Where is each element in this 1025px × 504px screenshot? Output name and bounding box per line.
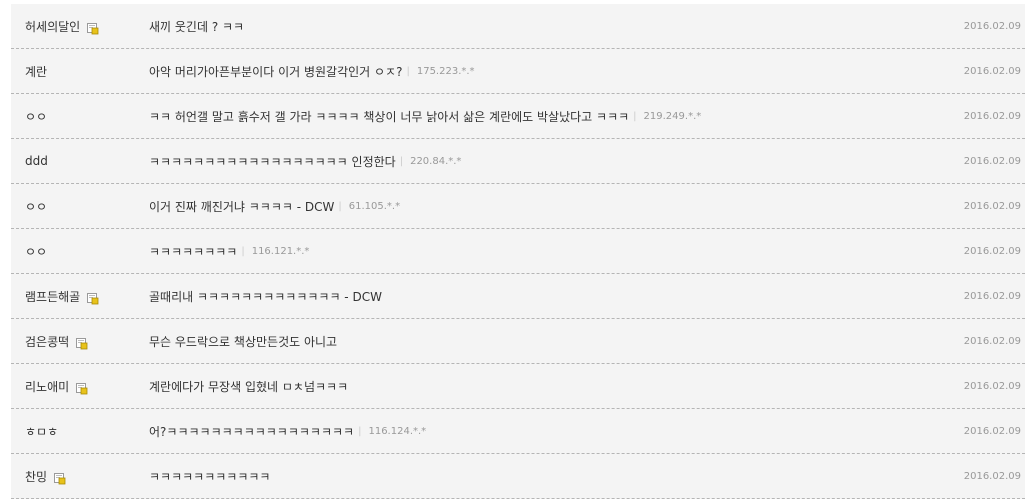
comment-body: ㅋㅋㅋㅋㅋㅋㅋㅋㅋㅋㅋ [149, 454, 270, 498]
comment-ip: 116.124.*.* [358, 426, 426, 437]
author-name[interactable]: 허세의달인 [25, 18, 80, 35]
author-name[interactable]: ddd [25, 154, 48, 168]
fixed-nick-badge-icon[interactable] [87, 292, 99, 304]
comment-body: 계란에다가 무장색 입혔네 ㅁㅊ넘ㅋㅋㅋ [149, 364, 348, 408]
comment-date: 2016.02.09 [963, 245, 1021, 257]
author-name[interactable]: ㅎㅁㅎ [25, 423, 58, 440]
comment-ip: 116.121.*.* [241, 246, 310, 257]
comment-body: ㅋㅋㅋㅋㅋㅋㅋㅋㅋㅋㅋㅋㅋㅋㅋㅋㅋㅋ 인정한다 220.84.*.* [149, 139, 461, 183]
comment-date: 2016.02.09 [963, 110, 1021, 122]
comment-text: ㅋㅋㅋㅋㅋㅋㅋㅋㅋㅋㅋ [149, 469, 271, 484]
comment-author[interactable]: 찬밍 [25, 454, 66, 498]
comment-text: 어?ㅋㅋㅋㅋㅋㅋㅋㅋㅋㅋㅋㅋㅋㅋㅋㅋㅋ [149, 424, 355, 439]
comment-body: 골때리내 ㅋㅋㅋㅋㅋㅋㅋㅋㅋㅋㅋㅋㅋ - DCW [149, 274, 382, 318]
comment-row: 램프든해골 골때리내 ㅋㅋㅋㅋㅋㅋㅋㅋㅋㅋㅋㅋㅋ - DCW 2016.02.09 [11, 274, 1025, 319]
comment-row: ddd ㅋㅋㅋㅋㅋㅋㅋㅋㅋㅋㅋㅋㅋㅋㅋㅋㅋㅋ 인정한다 220.84.*.* 2016… [11, 139, 1025, 184]
comment-body: ㅋㅋ 허언갤 말고 흙수저 갤 가라 ㅋㅋㅋㅋ 책상이 너무 낡아서 삶은 계란… [149, 94, 701, 138]
comment-body: 새끼 웃긴데 ? ㅋㅋ [149, 4, 244, 48]
comment-author[interactable]: 램프든해골 [25, 274, 99, 318]
comment-list: 허세의달인 새끼 웃긴데 ? ㅋㅋ 2016.02.09 계란 아악 머리가아픈부분이다… [11, 4, 1025, 499]
comment-date: 2016.02.09 [963, 290, 1021, 302]
comment-author[interactable]: ㅎㅁㅎ [25, 409, 58, 453]
comment-text: 무슨 우드락으로 책상만든것도 아니고 [149, 334, 338, 349]
fixed-nick-badge-icon[interactable] [76, 337, 88, 349]
fixed-nick-badge-icon[interactable] [87, 22, 99, 34]
comment-author[interactable]: 검은콩떡 [25, 319, 88, 363]
comment-row: ㅇㅇ ㅋㅋㅋㅋㅋㅋㅋㅋ116.121.*.* 2016.02.09 [11, 229, 1025, 274]
comment-text: ㅋㅋㅋㅋㅋㅋㅋㅋ [149, 244, 238, 259]
author-name[interactable]: ㅇㅇ [25, 198, 47, 215]
comment-row: ㅇㅇ 이거 진짜 깨진거냐 ㅋㅋㅋㅋ - DCW61.105.*.* 2016.02… [11, 184, 1025, 229]
comment-author[interactable]: ddd [25, 139, 48, 183]
comment-row: 허세의달인 새끼 웃긴데 ? ㅋㅋ 2016.02.09 [11, 4, 1025, 49]
comment-body: 무슨 우드락으로 책상만든것도 아니고 [149, 319, 337, 363]
comment-body: ㅋㅋㅋㅋㅋㅋㅋㅋ116.121.*.* [149, 229, 309, 273]
comment-text: 골때리내 ㅋㅋㅋㅋㅋㅋㅋㅋㅋㅋㅋㅋㅋ - DCW [149, 289, 382, 304]
author-name[interactable]: 리노애미 [25, 378, 69, 395]
comment-author[interactable]: 허세의달인 [25, 4, 99, 48]
comment-author[interactable]: ㅇㅇ [25, 94, 47, 138]
comment-date: 2016.02.09 [963, 380, 1021, 392]
comment-author[interactable]: ㅇㅇ [25, 184, 47, 228]
comment-body: 이거 진짜 깨진거냐 ㅋㅋㅋㅋ - DCW61.105.*.* [149, 184, 400, 228]
author-name[interactable]: 램프든해골 [25, 288, 80, 305]
comment-ip: 175.223.*.* [406, 66, 475, 77]
comment-text: 이거 진짜 깨진거냐 ㅋㅋㅋㅋ - DCW [149, 199, 335, 214]
comment-ip: 219.249.*.* [633, 111, 702, 122]
comment-date: 2016.02.09 [963, 335, 1021, 347]
author-name[interactable]: ㅇㅇ [25, 243, 47, 260]
comment-text: ㅋㅋ 허언갤 말고 흙수저 갤 가라 ㅋㅋㅋㅋ 책상이 너무 낡아서 삶은 계란… [149, 109, 630, 124]
comment-author[interactable]: 리노애미 [25, 364, 88, 408]
author-name[interactable]: 계란 [25, 63, 47, 80]
comment-row: 리노애미 계란에다가 무장색 입혔네 ㅁㅊ넘ㅋㅋㅋ 2016.02.09 [11, 364, 1025, 409]
fixed-nick-badge-icon[interactable] [54, 472, 66, 484]
comment-date: 2016.02.09 [963, 470, 1021, 482]
comment-date: 2016.02.09 [963, 65, 1021, 77]
comment-body: 아악 머리가아픈부분이다 이거 병원갈각인거 ㅇㅈ?175.223.*.* [149, 49, 475, 93]
comment-row: 찬밍 ㅋㅋㅋㅋㅋㅋㅋㅋㅋㅋㅋ 2016.02.09 [11, 454, 1025, 499]
comment-body: 어?ㅋㅋㅋㅋㅋㅋㅋㅋㅋㅋㅋㅋㅋㅋㅋㅋㅋ116.124.*.* [149, 409, 426, 453]
comment-date: 2016.02.09 [963, 425, 1021, 437]
comment-row: ㅇㅇ ㅋㅋ 허언갤 말고 흙수저 갤 가라 ㅋㅋㅋㅋ 책상이 너무 낡아서 삶은 … [11, 94, 1025, 139]
comment-author[interactable]: ㅇㅇ [25, 229, 47, 273]
comment-date: 2016.02.09 [963, 155, 1021, 167]
author-name[interactable]: 찬밍 [25, 468, 47, 485]
comment-text: ㅋㅋㅋㅋㅋㅋㅋㅋㅋㅋㅋㅋㅋㅋㅋㅋㅋㅋ 인정한다 [149, 154, 396, 169]
author-name[interactable]: 검은콩떡 [25, 333, 69, 350]
comment-author[interactable]: 계란 [25, 49, 47, 93]
comment-text: 아악 머리가아픈부분이다 이거 병원갈각인거 ㅇㅈ? [149, 64, 403, 79]
comment-text: 새끼 웃긴데 ? ㅋㅋ [149, 19, 245, 34]
comment-date: 2016.02.09 [963, 20, 1021, 32]
comment-date: 2016.02.09 [963, 200, 1021, 212]
fixed-nick-badge-icon[interactable] [76, 382, 88, 394]
comment-ip: 61.105.*.* [338, 201, 400, 212]
author-name[interactable]: ㅇㅇ [25, 108, 47, 125]
comment-row: 검은콩떡 무슨 우드락으로 책상만든것도 아니고 2016.02.09 [11, 319, 1025, 364]
comment-text: 계란에다가 무장색 입혔네 ㅁㅊ넘ㅋㅋㅋ [149, 379, 349, 394]
comment-row: ㅎㅁㅎ 어?ㅋㅋㅋㅋㅋㅋㅋㅋㅋㅋㅋㅋㅋㅋㅋㅋㅋ116.124.*.* 2016.02… [11, 409, 1025, 454]
comment-row: 계란 아악 머리가아픈부분이다 이거 병원갈각인거 ㅇㅈ?175.223.*.* 2… [11, 49, 1025, 94]
comment-ip: 220.84.*.* [400, 156, 461, 167]
